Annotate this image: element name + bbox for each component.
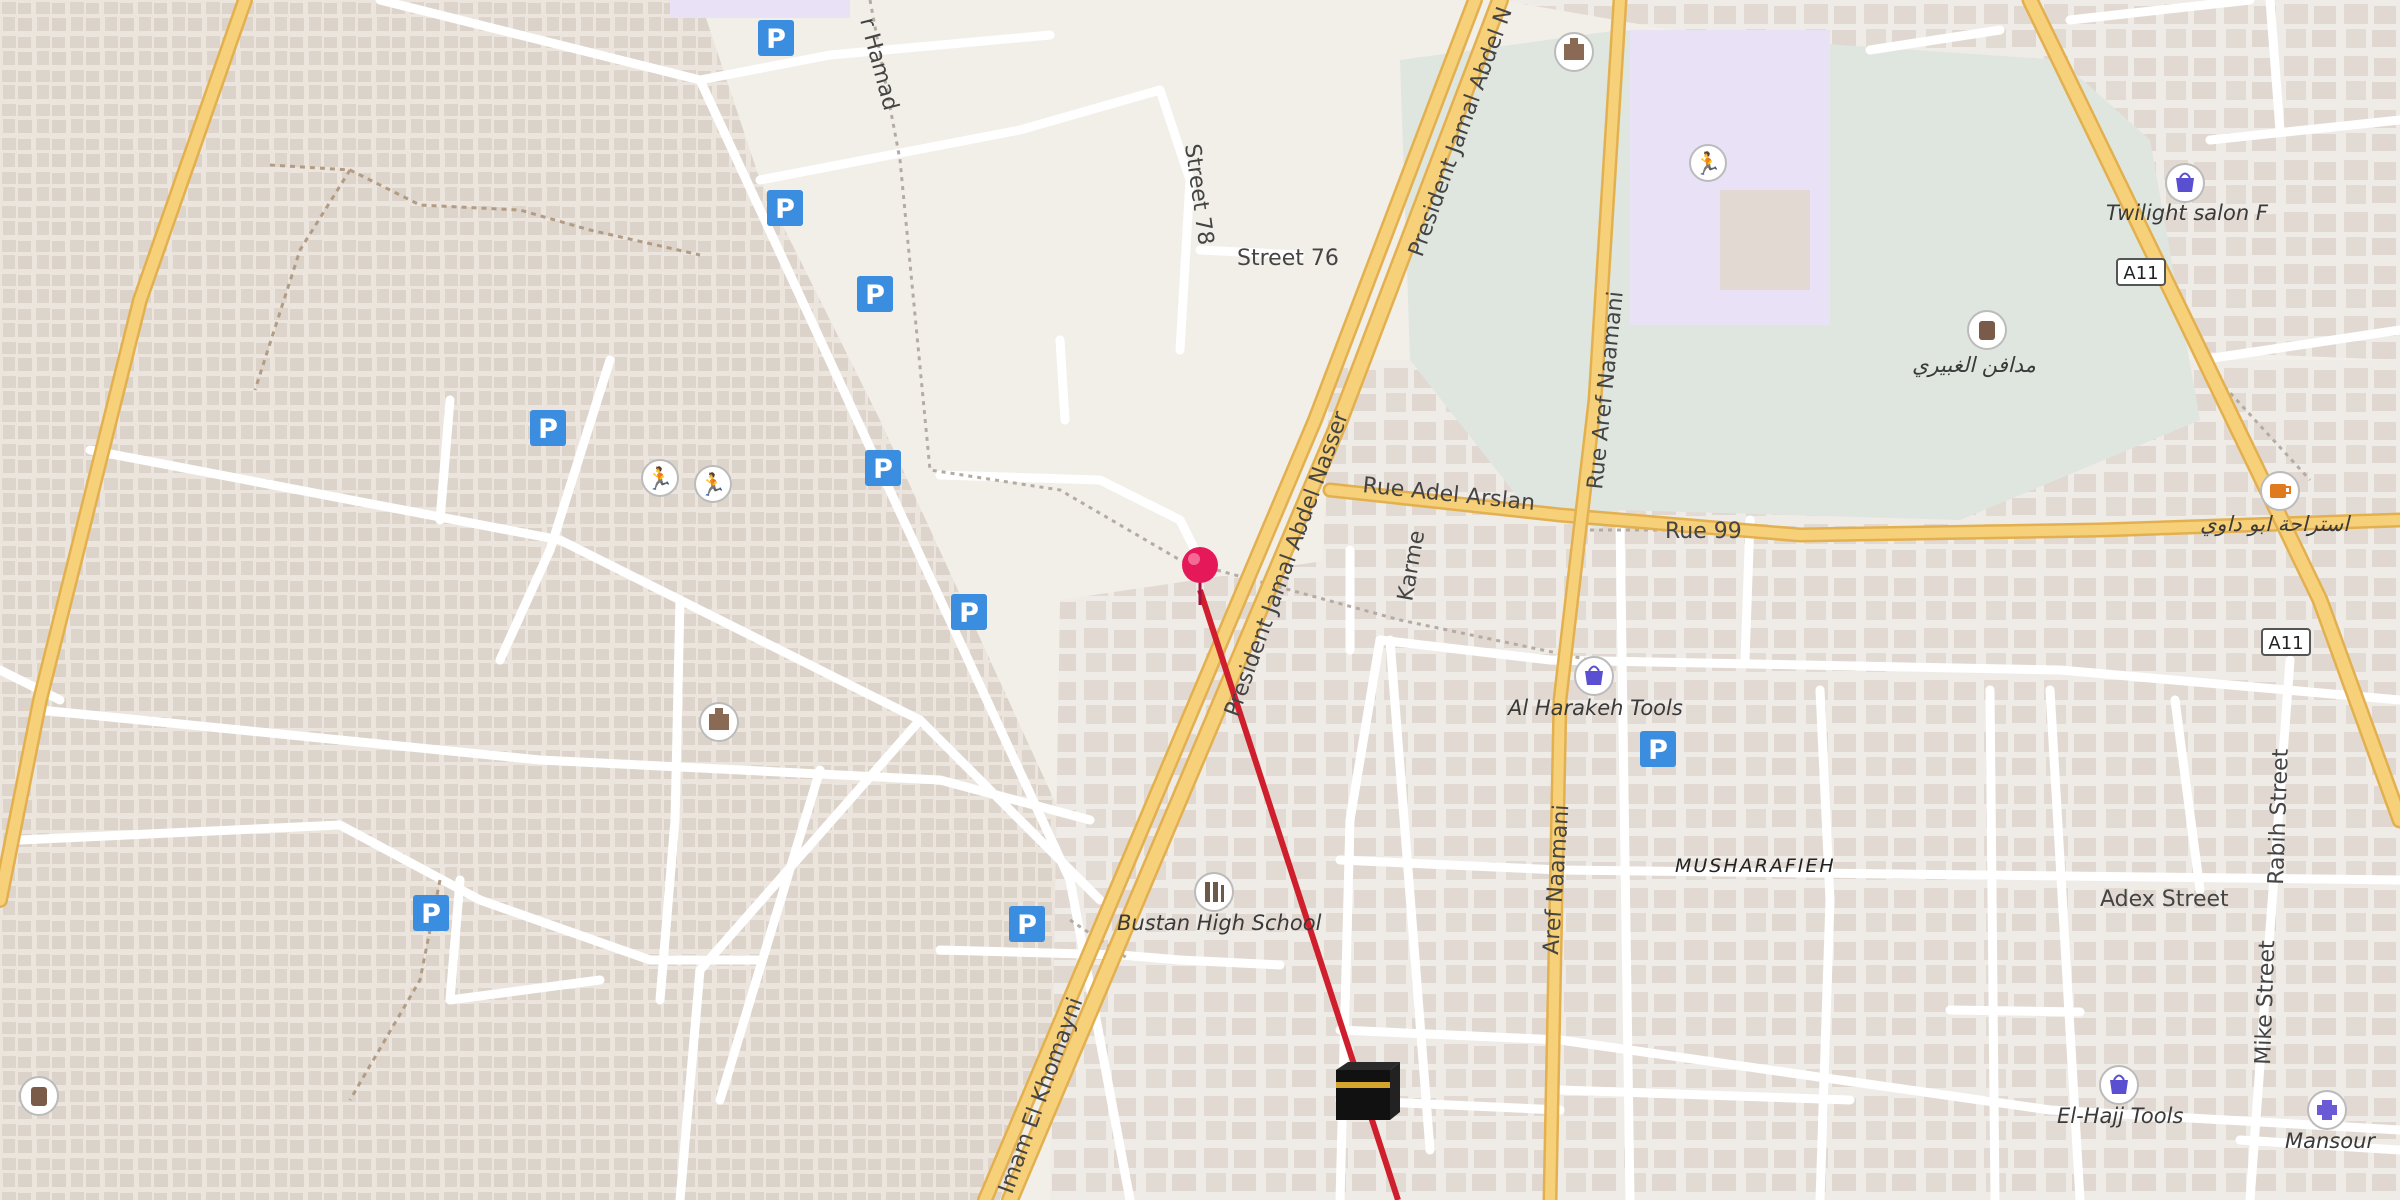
shop-bag-icon[interactable] bbox=[2165, 163, 2205, 203]
cemetery-icon[interactable] bbox=[19, 1076, 59, 1116]
svg-text:A11: A11 bbox=[2268, 633, 2303, 654]
svg-text:P: P bbox=[1648, 735, 1668, 766]
sports-icon[interactable]: 🏃 bbox=[1689, 144, 1727, 182]
kaaba-qibla-icon[interactable] bbox=[1336, 1062, 1400, 1120]
poi-label: استراحة ابو داوي bbox=[2200, 512, 2351, 537]
svg-text:🏃: 🏃 bbox=[699, 472, 726, 498]
poi-label: Bustan High School bbox=[1117, 911, 1322, 935]
religious-icon[interactable] bbox=[1554, 32, 1594, 72]
svg-text:A11: A11 bbox=[2123, 263, 2158, 284]
street-label: Street 76 bbox=[1237, 246, 1339, 271]
cafe-icon[interactable] bbox=[2260, 471, 2300, 511]
map-canvas[interactable]: Street 76 Street 78 Rue Adel Arslan Rue … bbox=[0, 0, 2400, 1200]
svg-text:P: P bbox=[766, 24, 786, 55]
parking-icon[interactable]: P bbox=[1009, 906, 1045, 942]
svg-text:P: P bbox=[775, 194, 795, 225]
pharmacy-icon[interactable] bbox=[2307, 1090, 2347, 1130]
religious-icon[interactable] bbox=[699, 702, 739, 742]
street-label: Rabih Street bbox=[2264, 748, 2294, 885]
svg-text:P: P bbox=[421, 899, 441, 930]
cemetery-icon[interactable] bbox=[1967, 310, 2007, 350]
street-label: Mike Street bbox=[2251, 940, 2280, 1066]
parking-icon[interactable]: P bbox=[530, 410, 566, 446]
svg-text:P: P bbox=[959, 598, 979, 629]
parking-icon[interactable]: P bbox=[951, 594, 987, 630]
poi-label: Mansour bbox=[2285, 1129, 2376, 1153]
parking-icon[interactable]: P bbox=[1640, 731, 1676, 767]
shop-bag-icon[interactable] bbox=[2099, 1065, 2139, 1105]
poi-label: Al Harakeh Tools bbox=[1506, 696, 1683, 720]
sports-area-north bbox=[670, 0, 850, 18]
parking-icon[interactable]: P bbox=[767, 190, 803, 226]
parking-icon[interactable]: P bbox=[413, 895, 449, 931]
district-label: MUSHARAFIEH bbox=[1675, 855, 1836, 877]
road-shield: A11 bbox=[2261, 628, 2311, 656]
sports-icon[interactable]: 🏃 bbox=[641, 459, 679, 497]
street-label: Rue 99 bbox=[1665, 519, 1742, 544]
parking-icon[interactable]: P bbox=[865, 450, 901, 486]
shop-bag-icon[interactable] bbox=[1574, 656, 1614, 696]
svg-text:P: P bbox=[1017, 910, 1037, 941]
poi-label: Twilight salon F bbox=[2106, 201, 2269, 225]
svg-text:P: P bbox=[865, 280, 885, 311]
svg-text:🏃: 🏃 bbox=[646, 466, 673, 492]
svg-text:🏃: 🏃 bbox=[1694, 151, 1721, 177]
poi-label: مدافن الغبيري bbox=[1912, 353, 2036, 378]
poi-label: El-Hajj Tools bbox=[2057, 1104, 2183, 1128]
svg-text:P: P bbox=[873, 454, 893, 485]
street-label: Adex Street bbox=[2100, 887, 2229, 912]
road-shield: A11 bbox=[2116, 258, 2166, 286]
svg-text:P: P bbox=[538, 414, 558, 445]
parking-icon[interactable]: P bbox=[857, 276, 893, 312]
parking-icon[interactable]: P bbox=[758, 20, 794, 56]
sports-icon[interactable]: 🏃 bbox=[694, 465, 732, 503]
school-icon[interactable] bbox=[1194, 872, 1234, 912]
sports-building bbox=[1720, 190, 1810, 290]
